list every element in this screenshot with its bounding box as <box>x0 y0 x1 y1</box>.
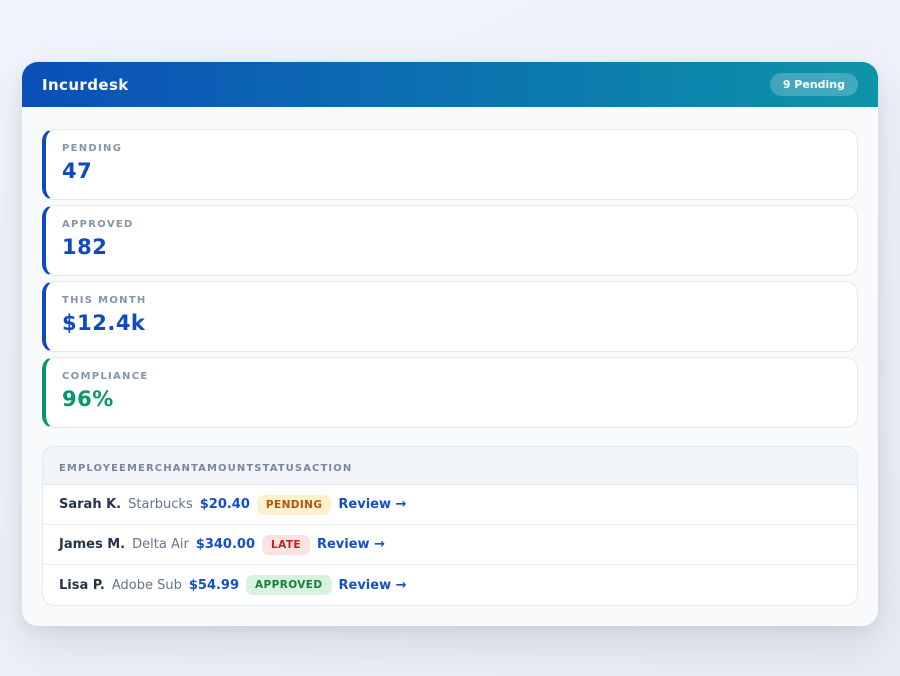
stat-card-compliance: COMPLIANCE 96% <box>42 357 858 428</box>
stat-value: $12.4k <box>62 311 841 335</box>
stat-value: 182 <box>62 235 841 259</box>
pending-count-badge: 9 Pending <box>770 73 858 96</box>
review-link[interactable]: Review → <box>317 537 385 552</box>
table-row: Lisa P. Adobe Sub $54.99 APPROVED Review… <box>43 565 857 605</box>
merchant-name: Delta Air <box>132 537 189 552</box>
table-row: James M. Delta Air $340.00 LATE Review → <box>43 525 857 565</box>
status-badge: APPROVED <box>246 575 331 595</box>
stat-label: PENDING <box>62 143 841 154</box>
stat-value: 96% <box>62 387 841 411</box>
transactions-panel: EMPLOYEEMERCHANTAMOUNTSTATUSACTION Sarah… <box>42 446 858 606</box>
stat-card-pending: PENDING 47 <box>42 129 858 200</box>
stat-label: COMPLIANCE <box>62 371 841 382</box>
review-link[interactable]: Review → <box>339 578 407 593</box>
amount-value: $54.99 <box>189 578 239 593</box>
stat-label: THIS MONTH <box>62 295 841 306</box>
status-badge: PENDING <box>257 495 331 515</box>
review-link[interactable]: Review → <box>338 497 406 512</box>
merchant-name: Starbucks <box>128 497 193 512</box>
column-header-action: ACTION <box>303 463 352 474</box>
stat-card-approved: APPROVED 182 <box>42 205 858 276</box>
employee-name: James M. <box>59 537 125 552</box>
column-header-merchant: MERCHANT <box>127 463 198 474</box>
app-header: Incurdesk 9 Pending <box>22 62 878 107</box>
table-row: Sarah K. Starbucks $20.40 PENDING Review… <box>43 485 857 525</box>
column-header-employee: EMPLOYEE <box>59 463 127 474</box>
app-title: Incurdesk <box>42 76 129 94</box>
incurdesk-app: Incurdesk 9 Pending PENDING 47 APPROVED … <box>22 62 878 626</box>
table-header-row: EMPLOYEEMERCHANTAMOUNTSTATUSACTION <box>43 447 857 485</box>
app-body: PENDING 47 APPROVED 182 THIS MONTH $12.4… <box>22 107 878 626</box>
status-badge: LATE <box>262 535 310 555</box>
column-header-amount: AMOUNT <box>198 463 254 474</box>
stat-value: 47 <box>62 159 841 183</box>
stat-card-this-month: THIS MONTH $12.4k <box>42 281 858 352</box>
amount-value: $340.00 <box>196 537 255 552</box>
amount-value: $20.40 <box>200 497 250 512</box>
employee-name: Lisa P. <box>59 578 105 593</box>
merchant-name: Adobe Sub <box>112 578 182 593</box>
employee-name: Sarah K. <box>59 497 121 512</box>
column-header-status: STATUS <box>254 463 303 474</box>
stat-label: APPROVED <box>62 219 841 230</box>
